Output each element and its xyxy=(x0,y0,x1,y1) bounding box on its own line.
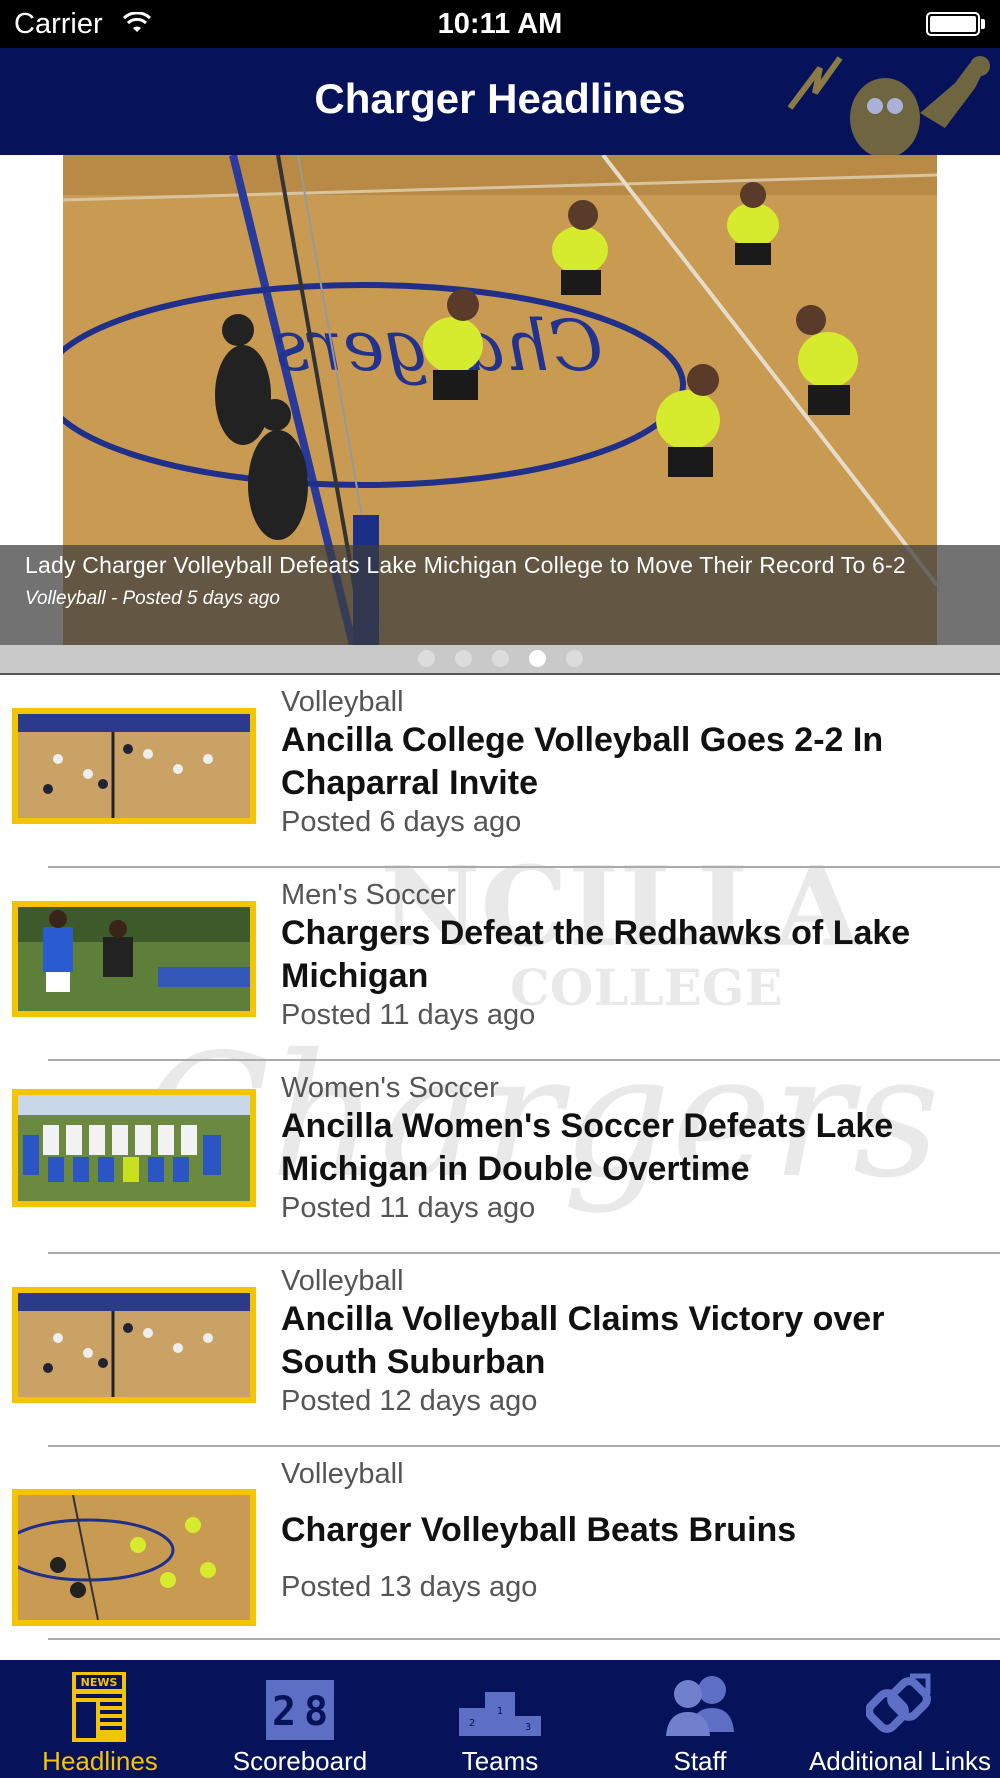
hero-meta: Volleyball - Posted 5 days ago xyxy=(25,588,280,609)
svg-text:2: 2 xyxy=(272,1689,296,1735)
news-date: Posted 6 days ago xyxy=(281,806,522,838)
hero-headline: Lady Charger Volleyball Defeats Lake Mic… xyxy=(25,552,906,578)
tab-label: Teams xyxy=(461,1746,539,1776)
tab-scoreboard[interactable]: 2 8 Scoreboard xyxy=(200,1660,400,1778)
news-item[interactable]: Volleyball Ancilla College Volleyball Go… xyxy=(0,675,1000,868)
clock: 10:11 AM xyxy=(437,8,563,40)
news-thumbnail xyxy=(12,1489,256,1626)
svg-text:NEWS: NEWS xyxy=(81,1676,118,1689)
news-date: Posted 11 days ago xyxy=(281,1192,536,1224)
tab-label: Headlines xyxy=(42,1746,158,1776)
tab-teams[interactable]: 2 1 3 Teams xyxy=(400,1660,600,1778)
news-icon: NEWS xyxy=(72,1672,126,1742)
hero-caption[interactable]: Lady Charger Volleyball Defeats Lake Mic… xyxy=(0,545,1000,645)
news-date: Posted 13 days ago xyxy=(281,1571,538,1603)
news-category: Volleyball xyxy=(281,1458,404,1490)
svg-text:3: 3 xyxy=(525,1722,531,1733)
svg-text:1: 1 xyxy=(497,1706,503,1717)
news-date: Posted 11 days ago xyxy=(281,999,536,1031)
tab-staff[interactable]: Staff xyxy=(600,1660,800,1778)
nav-bar: Charger Headlines xyxy=(0,48,1000,155)
news-category: Men's Soccer xyxy=(281,879,456,911)
separator xyxy=(48,1638,1000,1640)
link-icon xyxy=(866,1673,931,1733)
news-category: Women's Soccer xyxy=(281,1072,499,1104)
news-date: Posted 12 days ago xyxy=(281,1385,538,1417)
status-bar: Carrier 10:11 AM xyxy=(0,0,1000,48)
page-indicator[interactable] xyxy=(0,645,1000,673)
news-thumbnail xyxy=(12,1287,256,1403)
headline-carousel[interactable]: Chargers xyxy=(0,155,1000,645)
news-item[interactable]: Volleyball Ancilla Volleyball Claims Vic… xyxy=(0,1254,1000,1447)
people-icon xyxy=(666,1676,734,1736)
page-dot-active[interactable] xyxy=(528,650,546,667)
news-item[interactable]: Men's Soccer Chargers Defeat the Redhawk… xyxy=(0,868,1000,1061)
tab-additional-links[interactable]: Additional Links xyxy=(800,1660,1000,1778)
news-thumbnail xyxy=(12,1089,256,1207)
news-title: Chargers Defeat the Redhawks of Lake Mic… xyxy=(281,914,911,995)
tab-headlines[interactable]: NEWS Headlines xyxy=(0,1660,200,1778)
svg-text:2: 2 xyxy=(469,1718,475,1729)
news-title: Charger Volleyball Beats Bruins xyxy=(281,1511,797,1549)
news-item[interactable]: Women's Soccer Ancilla Women's Soccer De… xyxy=(0,1061,1000,1254)
tab-label: Additional Links xyxy=(808,1746,992,1776)
news-category: Volleyball xyxy=(281,1265,404,1297)
scoreboard-icon: 2 8 xyxy=(266,1680,334,1740)
news-title: Ancilla College Volleyball Goes 2-2 In C… xyxy=(281,721,884,802)
tab-bar: NEWS Headlines 2 8 Scoreboard 2 1 3 Team… xyxy=(0,1660,1000,1778)
news-category: Volleyball xyxy=(281,686,404,718)
page-dot[interactable] xyxy=(417,650,435,667)
battery-icon xyxy=(926,12,986,36)
svg-text:8: 8 xyxy=(304,1689,328,1735)
news-thumbnail xyxy=(12,708,256,824)
news-thumbnail xyxy=(12,901,256,1017)
mascot-logo xyxy=(787,56,990,155)
news-item[interactable]: Volleyball Charger Volleyball Beats Brui… xyxy=(0,1447,1000,1640)
news-title: Ancilla Volleyball Claims Victory over S… xyxy=(281,1300,885,1381)
page-dot[interactable] xyxy=(565,650,583,667)
news-title: Ancilla Women's Soccer Defeats Lake Mich… xyxy=(281,1107,894,1188)
podium-icon: 2 1 3 xyxy=(459,1692,541,1736)
page-dot[interactable] xyxy=(491,650,509,667)
page-dot[interactable] xyxy=(454,650,472,667)
tab-label: Staff xyxy=(673,1746,727,1776)
tab-label: Scoreboard xyxy=(232,1746,368,1776)
news-list[interactable]: NCILLA COLLEGE Chargers Volleyball Ancil… xyxy=(0,675,1000,1660)
